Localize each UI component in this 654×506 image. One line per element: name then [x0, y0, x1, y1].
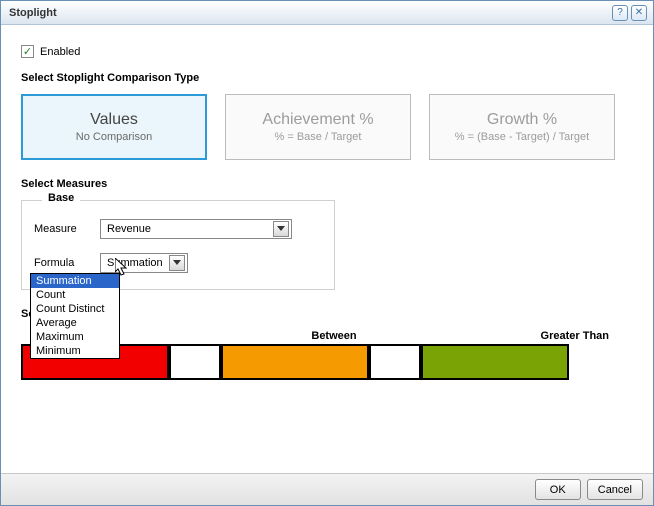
titlebar: Stoplight ? ✕ — [1, 1, 653, 25]
formula-combo[interactable]: Summation Summation Count Count Distinct… — [100, 253, 188, 273]
threshold-greater-label: Greater Than — [447, 330, 633, 342]
titlebar-buttons: ? ✕ — [612, 5, 647, 21]
formula-option-count-distinct[interactable]: Count Distinct — [31, 302, 119, 316]
threshold-between-label: Between — [221, 330, 447, 342]
card-values-sub: No Comparison — [76, 131, 152, 143]
measure-box: Base Measure Revenue Formula Summation S… — [21, 200, 335, 290]
formula-label: Formula — [34, 257, 100, 269]
chevron-down-icon — [173, 260, 181, 266]
measure-value: Revenue — [107, 223, 151, 235]
formula-option-average[interactable]: Average — [31, 316, 119, 330]
card-values-title: Values — [90, 111, 138, 129]
card-values[interactable]: Values No Comparison — [21, 94, 207, 160]
formula-option-summation[interactable]: Summation — [31, 274, 119, 288]
close-button[interactable]: ✕ — [631, 5, 647, 21]
formula-option-maximum[interactable]: Maximum — [31, 330, 119, 344]
formula-combo-button[interactable] — [169, 255, 185, 271]
card-growth-title: Growth % — [487, 111, 557, 129]
threshold-swatch-greater[interactable] — [421, 344, 569, 380]
cancel-button[interactable]: Cancel — [587, 479, 643, 500]
measure-legend: Base — [42, 192, 80, 204]
compare-heading: Select Stoplight Comparison Type — [21, 72, 633, 84]
enabled-label: Enabled — [40, 46, 80, 58]
mouse-cursor-icon — [115, 258, 129, 276]
formula-option-count[interactable]: Count — [31, 288, 119, 302]
comparison-cards: Values No Comparison Achievement % % = B… — [21, 94, 633, 160]
threshold-input-high[interactable] — [369, 344, 421, 380]
card-achievement[interactable]: Achievement % % = Base / Target — [225, 94, 411, 160]
window-title: Stoplight — [9, 7, 57, 19]
card-growth[interactable]: Growth % % = (Base - Target) / Target — [429, 94, 615, 160]
footer: OK Cancel — [1, 473, 653, 505]
chevron-down-icon — [277, 226, 285, 232]
measures-heading: Select Measures — [21, 178, 633, 190]
formula-row: Formula Summation Summation Count Count … — [34, 253, 322, 273]
card-achievement-title: Achievement % — [262, 111, 373, 129]
threshold-input-low[interactable] — [169, 344, 221, 380]
enabled-checkbox[interactable]: ✓ — [21, 45, 34, 58]
measure-label: Measure — [34, 223, 100, 235]
measure-row: Measure Revenue — [34, 219, 322, 239]
enabled-checkbox-row: ✓ Enabled — [21, 45, 633, 58]
card-achievement-sub: % = Base / Target — [275, 131, 362, 143]
formula-dropdown[interactable]: Summation Count Count Distinct Average M… — [30, 273, 120, 359]
help-button[interactable]: ? — [612, 5, 628, 21]
measure-combo-button[interactable] — [273, 221, 289, 237]
ok-button[interactable]: OK — [535, 479, 581, 500]
threshold-swatch-between[interactable] — [221, 344, 369, 380]
formula-option-minimum[interactable]: Minimum — [31, 344, 119, 358]
measure-combo[interactable]: Revenue — [100, 219, 292, 239]
card-growth-sub: % = (Base - Target) / Target — [455, 131, 589, 143]
